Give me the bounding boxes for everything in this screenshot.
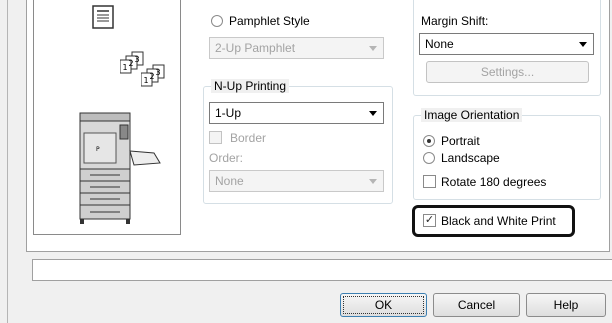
svg-text:2: 2 bbox=[129, 59, 134, 68]
chevron-down-icon bbox=[369, 111, 377, 116]
svg-text:3: 3 bbox=[156, 68, 161, 77]
pages-stack-icon: 1 2 3 bbox=[140, 64, 171, 88]
help-button[interactable]: Help bbox=[526, 293, 606, 317]
order-select-value: None bbox=[215, 174, 244, 188]
rotate-180-checkbox[interactable] bbox=[423, 175, 436, 188]
cancel-button[interactable]: Cancel bbox=[433, 293, 520, 317]
margin-shift-select-value: None bbox=[425, 37, 454, 51]
chevron-down-icon bbox=[579, 42, 587, 47]
landscape-radio[interactable] bbox=[423, 152, 435, 164]
svg-text:1: 1 bbox=[123, 63, 128, 72]
black-white-checkbox[interactable]: ✓ bbox=[423, 214, 436, 227]
border-label: Border bbox=[230, 131, 267, 145]
portrait-label: Portrait bbox=[441, 134, 480, 148]
margin-shift-select[interactable]: None bbox=[419, 33, 594, 55]
ok-button[interactable]: OK bbox=[340, 293, 427, 317]
svg-text:1: 1 bbox=[144, 76, 149, 85]
svg-text:2: 2 bbox=[150, 72, 155, 81]
rotate-180-label: Rotate 180 degrees bbox=[441, 175, 547, 189]
border-checkbox[interactable] bbox=[209, 131, 222, 144]
nup-printing-title: N-Up Printing bbox=[211, 79, 290, 93]
black-white-label: Black and White Print bbox=[441, 214, 556, 228]
pamphlet-style-select-value: 2-Up Pamphlet bbox=[215, 41, 296, 55]
status-field bbox=[32, 259, 612, 281]
settings-button[interactable]: Settings... bbox=[426, 61, 589, 83]
order-label: Order: bbox=[209, 151, 244, 165]
pamphlet-style-label: Pamphlet Style bbox=[229, 14, 310, 28]
svg-text:3: 3 bbox=[135, 55, 140, 64]
order-select[interactable]: None bbox=[209, 170, 384, 192]
printer-icon: P bbox=[76, 111, 176, 229]
nup-select[interactable]: 1-Up bbox=[209, 102, 384, 124]
portrait-radio[interactable] bbox=[423, 135, 435, 147]
document-icon bbox=[92, 5, 114, 29]
chevron-down-icon bbox=[369, 46, 377, 51]
ok-button-label: OK bbox=[374, 298, 393, 312]
chevron-down-icon bbox=[369, 179, 377, 184]
pamphlet-style-radio[interactable] bbox=[211, 15, 223, 27]
image-orientation-title: Image Orientation bbox=[421, 108, 523, 122]
margin-shift-label: Margin Shift: bbox=[421, 14, 489, 28]
pamphlet-style-select[interactable]: 2-Up Pamphlet bbox=[209, 37, 384, 59]
svg-text:P: P bbox=[96, 146, 100, 153]
print-preview-panel: 1 2 3 1 2 3 P bbox=[33, 0, 181, 235]
window-left-border bbox=[0, 0, 8, 323]
nup-select-value: 1-Up bbox=[215, 106, 242, 120]
landscape-label: Landscape bbox=[441, 151, 500, 165]
